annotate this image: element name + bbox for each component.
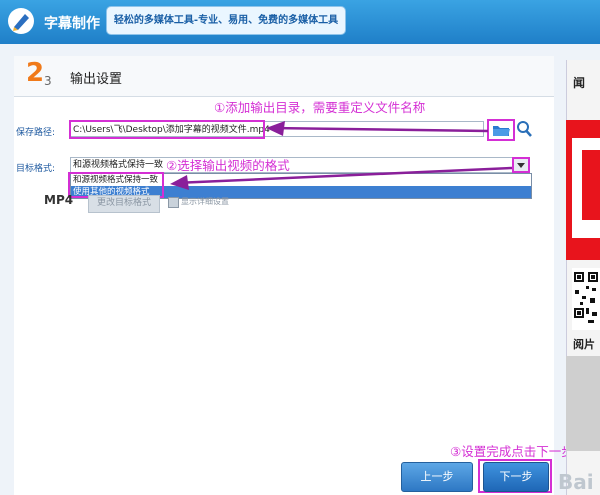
search-icon[interactable] <box>516 120 532 138</box>
format-name: MP4 <box>44 193 74 207</box>
chevron-down-icon <box>517 163 525 168</box>
app-title: 字幕制作 <box>44 16 100 32</box>
save-path-highlight <box>69 120 265 139</box>
annotation-step1: ①添加输出目录，需要重定义文件名称 <box>214 100 426 115</box>
show-detail-label: 显示详细设置 <box>181 197 229 206</box>
ad-red-bar <box>582 150 600 220</box>
show-detail-checkbox[interactable] <box>168 197 179 208</box>
ad-text-mid: 阅片 <box>573 338 595 351</box>
change-format-button[interactable]: 更改目标格式 <box>88 195 160 213</box>
browse-folder-button[interactable] <box>487 119 515 141</box>
step-total: 3 <box>44 74 52 88</box>
step-current: 2 <box>26 58 45 88</box>
slogan-banner: 轻松的多媒体工具-专业、易用、免费的多媒体工具 <box>106 6 346 35</box>
next-step-button[interactable]: 下一步 <box>483 462 549 492</box>
step-header: 2 3 输出设置 <box>14 56 554 97</box>
page-title: 输出设置 <box>70 72 123 87</box>
ad-text-top: 闻 <box>573 76 586 90</box>
prev-step-button[interactable]: 上一步 <box>401 462 473 492</box>
ad-photo <box>566 356 600 451</box>
annotation-step3: ③设置完成点击下一步 <box>450 444 574 459</box>
folder-icon <box>493 126 510 136</box>
annotation-step2: ②选择输出视频的格式 <box>166 158 290 173</box>
app-logo-icon <box>8 8 34 34</box>
target-format-label: 目标格式: <box>16 164 56 174</box>
format-select[interactable]: 和源视频格式保持一致 <box>70 157 530 173</box>
save-path-label: 保存路径: <box>16 128 56 138</box>
qr-code-icon <box>572 268 600 330</box>
watermark: Bai <box>558 470 594 494</box>
select-arrow-button[interactable] <box>512 157 530 173</box>
